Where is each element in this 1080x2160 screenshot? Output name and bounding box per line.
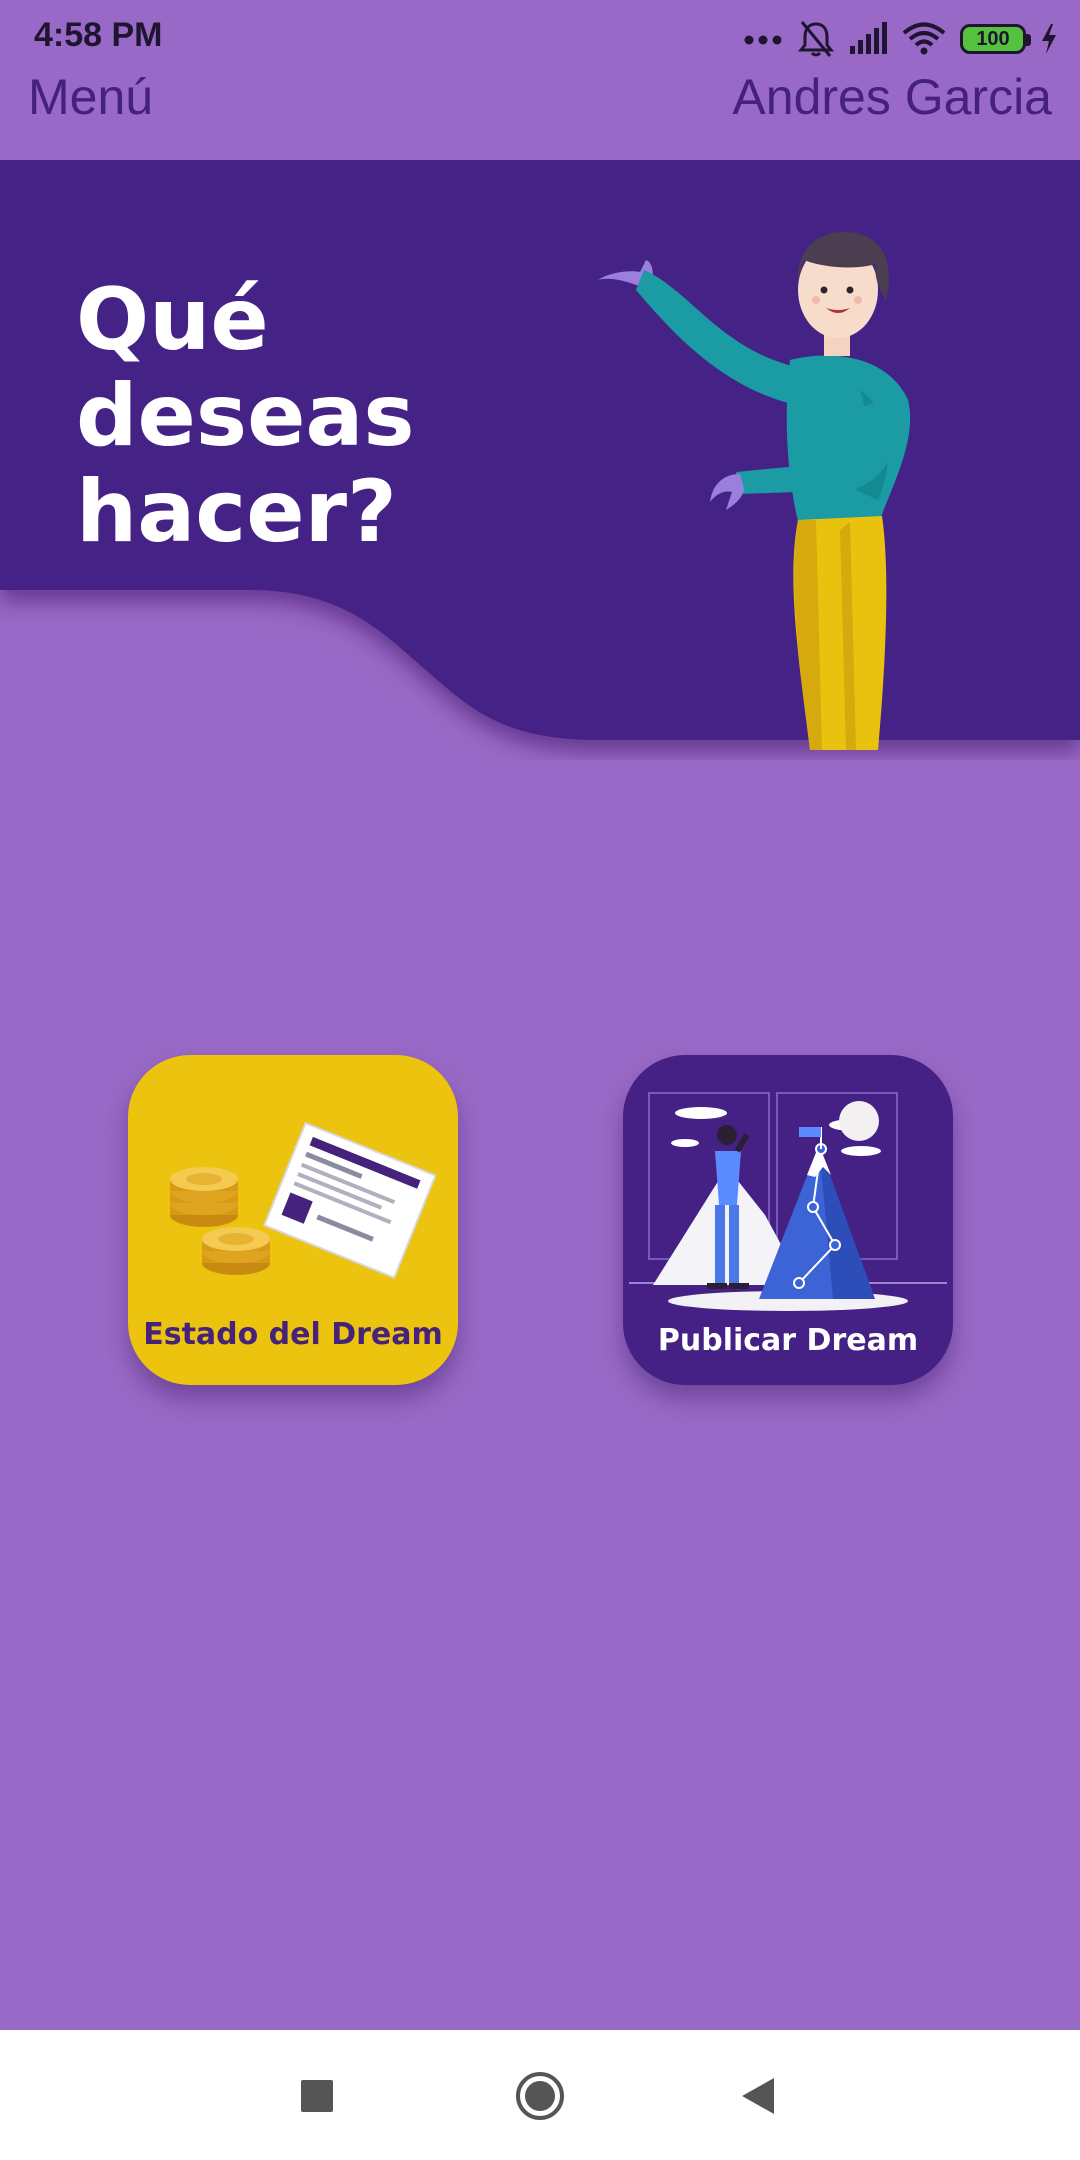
back-button[interactable] [730,2066,790,2126]
navigation-bar [0,2030,1080,2160]
bell-off-icon [798,21,834,57]
status-bar: 4:58 PM 100 [0,0,1080,76]
battery-icon: 100 [960,24,1031,54]
status-icons: 100 [744,14,1058,64]
hero-title: Qué deseas hacer? [76,270,415,562]
coins-receipt-icon [170,1121,437,1279]
app-header: Menú Andres Garcia [0,66,1080,156]
more-dots-icon [744,35,782,45]
estado-del-dream-button[interactable]: Estado del Dream [128,1055,458,1385]
card-label-estado: Estado del Dream [143,1317,443,1352]
charging-icon [1042,24,1056,54]
publicar-dream-button[interactable]: Publicar Dream [623,1055,953,1385]
wifi-icon [902,22,946,55]
card-label-publicar: Publicar Dream [657,1323,919,1358]
mountain-explorer-icon [629,1092,947,1311]
status-time: 4:58 PM [34,16,163,54]
recents-button[interactable] [287,2066,347,2126]
home-button[interactable] [510,2066,570,2126]
menu-button[interactable]: Menú [28,68,153,126]
hero-banner: Qué deseas hacer? [0,160,1080,760]
user-name[interactable]: Andres Garcia [732,68,1052,126]
signal-icon [850,22,887,54]
battery-level: 100 [976,28,1010,50]
